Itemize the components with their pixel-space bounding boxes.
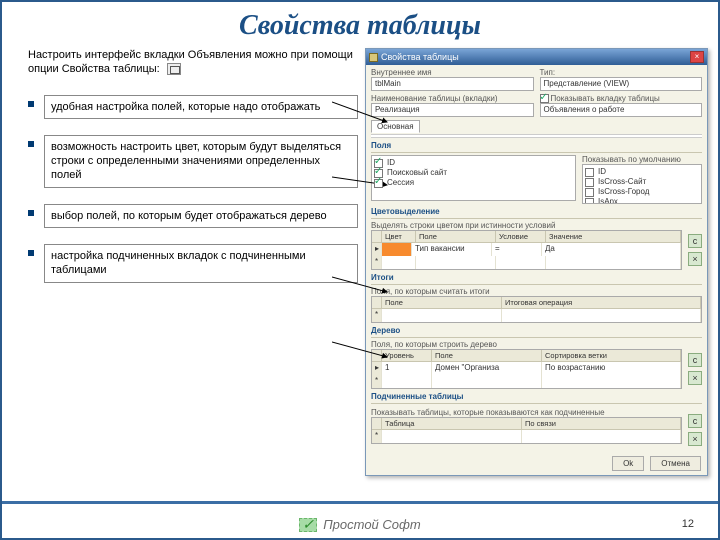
remove-button[interactable]: ×: [688, 371, 702, 385]
bullet-marker: [28, 250, 34, 256]
arrows: [332, 82, 392, 442]
colors-grid[interactable]: ЦветПолеУсловиеЗначение ▸Тип вакансии=Да…: [371, 230, 682, 270]
type-input[interactable]: Представление (VIEW): [540, 77, 703, 91]
bullet-marker: [28, 101, 34, 107]
fields-hint: Показывать по умолчанию: [582, 155, 702, 164]
section-sub: Подчиненные таблицы: [371, 392, 702, 401]
section-totals: Итоги: [371, 273, 702, 282]
colors-hint: Выделять строки цветом при истинности ус…: [371, 221, 682, 230]
fields-left-list[interactable]: ID Поисковый сайт Сессия: [371, 155, 576, 201]
brand-check-icon: [299, 518, 317, 532]
add-button[interactable]: с: [688, 414, 702, 428]
fields-right-list[interactable]: ID IsCross-Сайт IsCross-Город IsАрх: [582, 164, 702, 204]
slide-title: Свойства таблицы: [2, 2, 718, 48]
bullet-4: настройка подчиненных вкладок с подчинен…: [44, 244, 358, 283]
totals-hint: Поля, по которым считать итоги: [371, 287, 702, 296]
close-icon[interactable]: ×: [690, 51, 704, 63]
footer-divider: [2, 501, 718, 504]
brand: Простой Софт: [299, 517, 420, 532]
bullet-3: выбор полей, по которым будет отображать…: [44, 204, 358, 228]
sub-hint: Показывать таблицы, которые показываются…: [371, 408, 682, 417]
tree-grid[interactable]: УровеньПолеСортировка ветки ▸1Домен "Орг…: [371, 349, 682, 389]
show-tab-checkbox[interactable]: [540, 94, 549, 103]
properties-dialog: Свойства таблицы × Внутреннее имя tblMai…: [365, 48, 708, 476]
page-number: 12: [682, 518, 694, 530]
bullet-marker: [28, 141, 34, 147]
desc-input[interactable]: Объявления о работе: [540, 103, 703, 117]
totals-grid[interactable]: ПолеИтоговая операция *: [371, 296, 702, 323]
section-tree: Дерево: [371, 326, 702, 335]
type-label: Тип:: [540, 68, 703, 77]
add-button[interactable]: с: [688, 234, 702, 248]
add-button[interactable]: с: [688, 353, 702, 367]
ok-button[interactable]: Ok: [612, 456, 644, 471]
show-tab-label: Показывать вкладку таблицы: [551, 94, 660, 103]
name-input[interactable]: tblMain: [371, 77, 534, 91]
name-label: Внутреннее имя: [371, 68, 534, 77]
bullet-2: возможность настроить цвет, которым буду…: [44, 135, 358, 188]
section-colors: Цветовыделение: [371, 207, 702, 216]
remove-button[interactable]: ×: [688, 252, 702, 266]
app-icon: [369, 53, 378, 62]
section-fields: Поля: [371, 141, 702, 150]
intro-text: Настроить интерфейс вкладки Объявления м…: [28, 48, 358, 77]
bullet-1: удобная настройка полей, которые надо от…: [44, 95, 358, 119]
caption-label: Наименование таблицы (вкладки): [371, 94, 534, 103]
remove-button[interactable]: ×: [688, 432, 702, 446]
caption-input[interactable]: Реализация: [371, 103, 534, 117]
bullet-marker: [28, 210, 34, 216]
properties-icon: [167, 63, 181, 75]
dialog-title: Свойства таблицы: [381, 52, 459, 62]
cancel-button[interactable]: Отмена: [650, 456, 701, 471]
tree-hint: Поля, по которым строить дерево: [371, 340, 682, 349]
sub-grid[interactable]: ТаблицаПо связи *: [371, 417, 682, 444]
